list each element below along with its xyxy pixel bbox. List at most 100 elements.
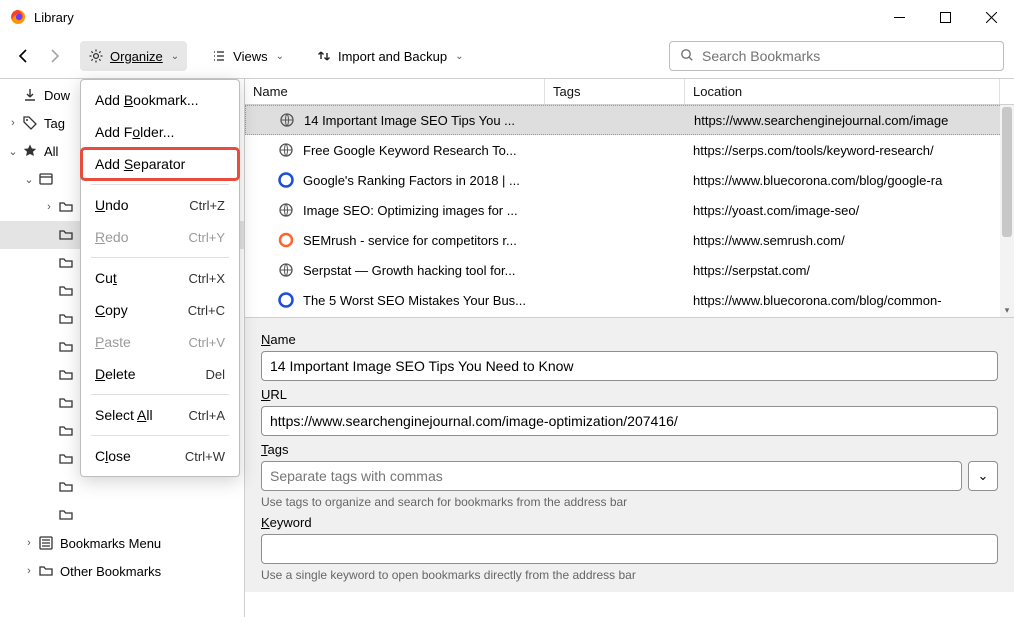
sidebar-item-label: Tag <box>44 116 65 131</box>
menu-undo[interactable]: UndoCtrl+Z <box>81 189 239 221</box>
chevron-down-icon: ⌄ <box>978 468 989 484</box>
close-button[interactable] <box>968 0 1014 34</box>
sidebar-item-bmenu[interactable]: › Bookmarks Menu <box>0 529 244 557</box>
menu-cut[interactable]: CutCtrl+X <box>81 262 239 294</box>
window-title: Library <box>34 10 876 25</box>
bookmark-row[interactable]: SEMrush - service for competitors r... ht… <box>245 225 1014 255</box>
twisty-icon[interactable]: › <box>22 537 36 549</box>
row-location: https://serps.com/tools/keyword-research… <box>685 143 1000 158</box>
sidebar-item-u13[interactable] <box>0 501 244 529</box>
row-name: Free Google Keyword Research To... <box>303 143 517 158</box>
menu-paste: PasteCtrl+V <box>81 326 239 358</box>
folder-icon <box>56 283 76 299</box>
folder-icon <box>56 255 76 271</box>
details-keyword-input[interactable] <box>261 534 998 564</box>
import-button[interactable]: Import and Backup ⌄ <box>308 41 472 71</box>
main-pane: Name Tags Location 14 Important Image SE… <box>245 79 1014 617</box>
folder-icon <box>56 395 76 411</box>
bookmark-row[interactable]: Serpstat — Growth hacking tool for... htt… <box>245 255 1014 285</box>
menu-add-bookmark[interactable]: Add Bookmark... <box>81 84 239 116</box>
menu-redo: RedoCtrl+Y <box>81 221 239 253</box>
firefox-icon <box>10 9 26 25</box>
row-location: https://www.bluecorona.com/blog/common- <box>685 293 1000 308</box>
scroll-down-icon[interactable]: ▾ <box>1000 303 1014 317</box>
twisty-icon[interactable]: › <box>6 117 20 129</box>
menu-add-separator[interactable]: Add Separator <box>81 148 239 180</box>
folder-icon <box>56 339 76 355</box>
row-location: https://serpstat.com/ <box>685 263 1000 278</box>
gear-icon <box>88 48 104 64</box>
bookmark-row[interactable]: The 5 Worst SEO Mistakes Your Bus... http… <box>245 285 1014 315</box>
search-icon <box>680 48 694 65</box>
row-name: Google's Ranking Factors in 2018 | ... <box>303 173 520 188</box>
bookmark-row[interactable]: Google's Ranking Factors in 2018 | ...ht… <box>245 165 1014 195</box>
folder-icon <box>56 227 76 243</box>
twisty-icon[interactable]: › <box>42 201 56 213</box>
details-name-label: Name <box>261 332 998 347</box>
favicon-icon <box>277 141 295 159</box>
folder-icon <box>56 311 76 327</box>
favicon-icon <box>277 231 295 249</box>
details-url-input[interactable] <box>261 406 998 436</box>
twisty-icon[interactable]: ⌄ <box>6 145 20 158</box>
sidebar-item-label: Dow <box>44 88 70 103</box>
back-button[interactable] <box>10 42 38 70</box>
sidebar-item-other[interactable]: ›Other Bookmarks <box>0 557 244 585</box>
row-location: https://www.semrush.com/ <box>685 233 1000 248</box>
scrollbar[interactable]: ▴ ▾ <box>1000 105 1014 317</box>
sidebar-item-u12[interactable] <box>0 473 244 501</box>
chevron-down-icon: ⌄ <box>276 51 284 62</box>
column-name[interactable]: Name <box>245 79 545 104</box>
row-name: SEMrush - service for competitors r... <box>303 233 517 248</box>
menu-delete[interactable]: DeleteDel <box>81 358 239 390</box>
bookmark-row[interactable]: Image SEO: Optimizing images for ...http… <box>245 195 1014 225</box>
folder-icon <box>56 479 76 495</box>
organize-menu: Add Bookmark... Add Folder... Add Separa… <box>80 79 240 477</box>
row-name: Serpstat — Growth hacking tool for... <box>303 263 515 278</box>
bookmark-row[interactable]: Free Google Keyword Research To... https:… <box>245 135 1014 165</box>
twisty-icon[interactable]: ⌄ <box>22 173 36 186</box>
folder-icon <box>36 563 56 579</box>
row-name: The 5 Worst SEO Mistakes Your Bus... <box>303 293 526 308</box>
titlebar: Library <box>0 0 1014 34</box>
twisty-icon[interactable]: › <box>22 565 36 577</box>
toolbar: Organize ⌄ Views ⌄ Import and Backup ⌄ S… <box>0 34 1014 79</box>
menu-select-all[interactable]: Select AllCtrl+A <box>81 399 239 431</box>
details-name-input[interactable] <box>261 351 998 381</box>
menu-separator <box>91 435 229 436</box>
details-pane: Name URL Tags ⌄ Use tags to organize and… <box>245 317 1014 592</box>
column-location[interactable]: Location <box>685 79 1000 104</box>
menu-separator <box>91 394 229 395</box>
folder-icon <box>56 507 76 523</box>
search-placeholder: Search Bookmarks <box>702 48 820 64</box>
organize-button[interactable]: Organize ⌄ <box>80 41 187 71</box>
box-icon <box>36 171 56 187</box>
views-label: Views <box>233 49 267 64</box>
row-name: Image SEO: Optimizing images for ... <box>303 203 518 218</box>
menu-close[interactable]: CloseCtrl+W <box>81 440 239 472</box>
forward-button[interactable] <box>40 42 68 70</box>
menu-copy[interactable]: CopyCtrl+C <box>81 294 239 326</box>
organize-label: Organize <box>110 49 163 64</box>
keyword-hint: Use a single keyword to open bookmarks d… <box>261 568 998 582</box>
maximize-button[interactable] <box>922 0 968 34</box>
minimize-button[interactable] <box>876 0 922 34</box>
favicon-icon <box>277 261 295 279</box>
sidebar-item-label: Bookmarks Menu <box>60 536 161 551</box>
details-tags-input[interactable] <box>261 461 962 491</box>
column-tags[interactable]: Tags <box>545 79 685 104</box>
row-location: https://www.searchenginejournal.com/imag… <box>686 113 999 128</box>
import-export-icon <box>316 48 332 64</box>
search-input[interactable]: Search Bookmarks <box>669 41 1004 71</box>
bookmark-row[interactable]: 14 Important Image SEO Tips You ...https… <box>245 105 1014 135</box>
menu-separator <box>91 257 229 258</box>
menu-add-folder[interactable]: Add Folder... <box>81 116 239 148</box>
tags-dropdown-button[interactable]: ⌄ <box>968 461 998 491</box>
tags-hint: Use tags to organize and search for book… <box>261 495 998 509</box>
favicon-icon <box>277 201 295 219</box>
folder-icon <box>56 199 76 215</box>
star-icon <box>20 143 40 159</box>
listbox-icon <box>36 535 56 551</box>
views-button[interactable]: Views ⌄ <box>203 41 292 71</box>
scroll-thumb[interactable] <box>1002 107 1012 237</box>
